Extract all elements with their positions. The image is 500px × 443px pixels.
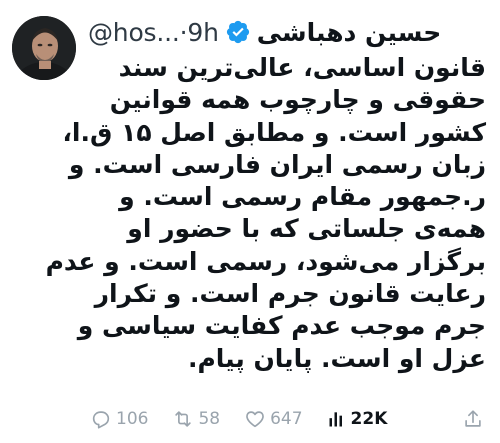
tweet-text-line: کشور است. و مطابق اصل ۱۵ ق.ا، [62, 117, 486, 147]
views-count: 22K [350, 409, 388, 429]
tweet-text-line: ر.جمهور مقام رسمی است. و [119, 182, 486, 212]
tweet-header: @hos...·9h حسین دهباشی [88, 14, 488, 50]
views-bar-chart-icon [329, 412, 342, 427]
tweet-text-line: رعایت قانون جرم است. و تکرار [94, 279, 486, 309]
tweet-text-line: برگزار می‌شود، رسمی است. و عدم [45, 246, 486, 276]
like-count: 647 [270, 409, 303, 429]
tweet-text-line: زبان رسمی ایران فارسی است. و [68, 149, 486, 179]
like-button[interactable]: 647 [244, 408, 303, 430]
tweet-text-line: قانون اساسی، عالی‌ترین سند [118, 53, 486, 82]
handle-time[interactable]: @hos...·9h [88, 18, 219, 47]
tweet-text: قانون اساسی، عالی‌ترین سند حقوقی و چارچو… [14, 52, 486, 375]
tweet-card[interactable]: @hos...·9h حسین دهباشی قانون اساسی، عالی… [0, 0, 500, 443]
share-icon [465, 410, 481, 427]
tweet-actions: 106 58 647 22K [90, 404, 484, 434]
share-button[interactable] [462, 408, 484, 430]
retweet-count: 58 [198, 409, 221, 429]
tweet-text-line: جرم موجب عدم کفایت سیاسی و [77, 311, 486, 341]
display-name[interactable]: حسین دهباشی [257, 18, 442, 47]
user-handle[interactable]: @hos... [88, 18, 180, 47]
reply-button[interactable]: 106 [90, 408, 148, 430]
tweet-time[interactable]: 9h [187, 18, 219, 47]
views-button[interactable]: 22K [327, 409, 388, 429]
tweet-text-line: عزل او است. پایان پیام. [187, 343, 486, 373]
retweet-icon [175, 411, 192, 427]
reply-count: 106 [116, 409, 149, 429]
reply-icon [92, 411, 110, 429]
retweet-button[interactable]: 58 [172, 408, 220, 430]
heart-icon [246, 411, 264, 428]
tweet-text-line: حقوقی و چارچوب همه قوانین [109, 85, 486, 115]
verified-badge-icon [225, 19, 251, 45]
tweet-text-line: همه‌ی جلساتی که با حضور او [127, 214, 486, 244]
